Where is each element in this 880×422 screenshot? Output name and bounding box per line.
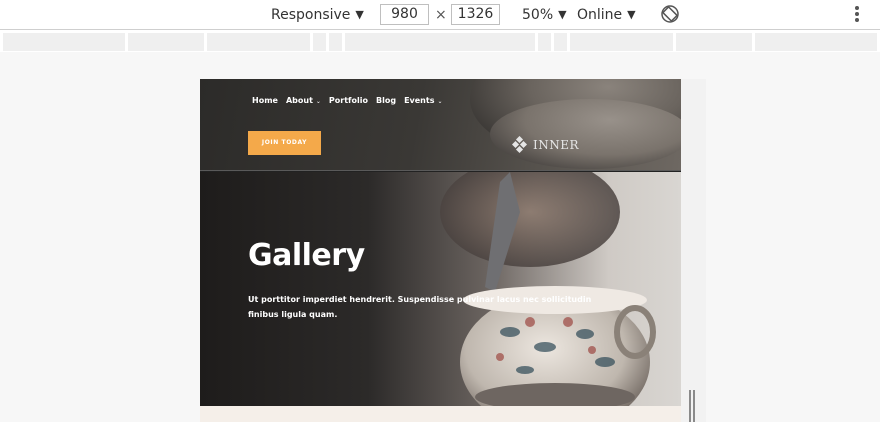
nav-item-portfolio[interactable]: Portfolio bbox=[329, 96, 368, 105]
dimension-separator: × bbox=[435, 7, 447, 23]
hero-background-image bbox=[440, 172, 656, 406]
ruler-segment[interactable] bbox=[554, 33, 567, 51]
kebab-menu-icon[interactable] bbox=[854, 6, 860, 24]
ruler-segment[interactable] bbox=[207, 33, 310, 51]
device-toolbar: Responsive ▼ 980 × 1326 50% ▼ Online ▼ bbox=[0, 0, 880, 30]
chevron-down-icon: ⌄ bbox=[437, 98, 443, 105]
ruler-segment[interactable] bbox=[570, 33, 673, 51]
scrollbar-thumb[interactable] bbox=[693, 390, 695, 422]
ruler-segment[interactable] bbox=[329, 33, 342, 51]
nav-item-label: Home bbox=[252, 96, 278, 105]
page-title: Gallery bbox=[248, 238, 365, 273]
device-label: Responsive bbox=[271, 7, 351, 23]
caret-down-icon: ▼ bbox=[627, 8, 636, 21]
scrollbar-thumb[interactable] bbox=[689, 390, 691, 422]
header-bowl-image bbox=[490, 99, 681, 169]
next-section-strip bbox=[200, 406, 681, 422]
nav-item-label: Events bbox=[404, 96, 435, 105]
hero-description: Ut porttitor imperdiet hendrerit. Suspen… bbox=[248, 295, 592, 319]
header-divider bbox=[200, 170, 681, 171]
site-nav: Home About ⌄ Portfolio Blog Events ⌄ bbox=[252, 96, 451, 105]
site-header: Home About ⌄ Portfolio Blog Events ⌄ JOIN … bbox=[200, 79, 681, 171]
media-query-ruler bbox=[0, 32, 880, 52]
zoom-select[interactable]: 50% ▼ bbox=[522, 0, 567, 30]
nav-item-about[interactable]: About ⌄ bbox=[286, 96, 321, 105]
nav-item-events[interactable]: Events ⌄ bbox=[404, 96, 442, 105]
ruler-segment[interactable] bbox=[3, 33, 125, 51]
rotate-icon[interactable] bbox=[660, 4, 680, 24]
throttle-select[interactable]: Online ▼ bbox=[577, 0, 636, 30]
device-select[interactable]: Responsive ▼ bbox=[271, 0, 364, 30]
caret-down-icon: ▼ bbox=[558, 8, 567, 21]
nav-item-blog[interactable]: Blog bbox=[376, 96, 396, 105]
nav-item-label: Blog bbox=[376, 96, 397, 105]
width-input[interactable]: 980 bbox=[380, 4, 429, 25]
zoom-label: 50% bbox=[522, 7, 554, 23]
logo-text: INNER bbox=[533, 138, 580, 152]
caret-down-icon: ▼ bbox=[355, 8, 364, 21]
ruler-segment[interactable] bbox=[676, 33, 752, 51]
throttle-label: Online bbox=[577, 7, 623, 23]
nav-item-label: About bbox=[285, 96, 313, 105]
emulated-page: Home About ⌄ Portfolio Blog Events ⌄ JOIN … bbox=[200, 79, 681, 422]
height-input[interactable]: 1326 bbox=[451, 4, 500, 25]
nav-item-home[interactable]: Home bbox=[252, 96, 278, 105]
ruler-segment[interactable] bbox=[313, 33, 326, 51]
device-viewport: Home About ⌄ Portfolio Blog Events ⌄ JOIN … bbox=[0, 52, 880, 422]
page-gutter bbox=[681, 79, 706, 422]
ruler-segment[interactable] bbox=[345, 33, 535, 51]
ruler-segment[interactable] bbox=[755, 33, 877, 51]
hero-section: Gallery Ut porttitor imperdiet hendrerit… bbox=[200, 172, 681, 406]
logo-diamond-icon bbox=[512, 136, 528, 154]
site-logo[interactable]: INNER bbox=[512, 135, 579, 155]
chevron-down-icon: ⌄ bbox=[315, 98, 321, 105]
ruler-segment[interactable] bbox=[538, 33, 551, 51]
ruler-segment[interactable] bbox=[128, 33, 204, 51]
nav-item-label: Portfolio bbox=[328, 96, 369, 105]
join-today-button[interactable]: JOIN TODAY bbox=[248, 131, 321, 155]
